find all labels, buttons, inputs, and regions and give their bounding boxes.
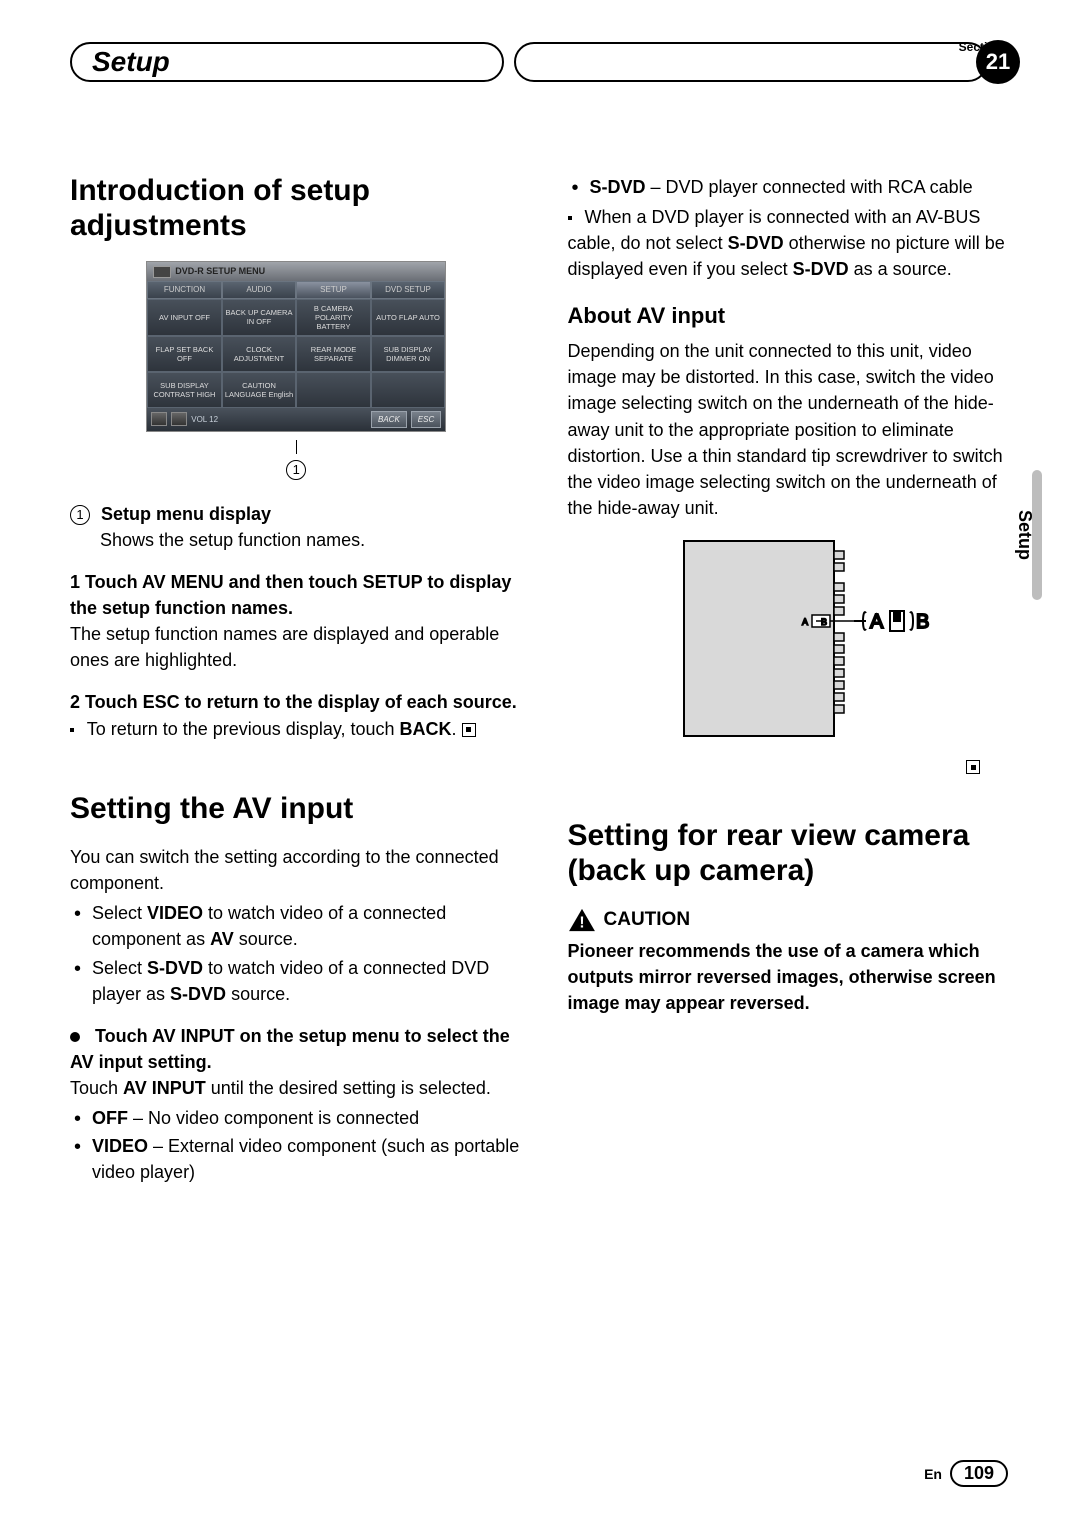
- svg-text:B: B: [916, 611, 929, 633]
- callout-1-icon: 1: [286, 460, 306, 480]
- sdvd-note: When a DVD player is connected with an A…: [568, 204, 1021, 282]
- screenshot-esc-button: ESC: [411, 411, 441, 429]
- svg-text:!: !: [579, 914, 584, 931]
- screenshot-cell: BACK UP CAMERA IN OFF: [222, 299, 297, 336]
- section-end-icon: [966, 760, 980, 774]
- screenshot-tab: DVD SETUP: [371, 281, 446, 299]
- note-bullet-icon: [70, 728, 74, 732]
- page-number: 109: [950, 1460, 1008, 1487]
- setup-menu-display-desc: Shows the setup function names.: [100, 527, 365, 553]
- caution-row: ! CAUTION: [568, 906, 1021, 934]
- screenshot-cell: AUTO FLAP AUTO: [371, 299, 446, 336]
- caution-body: Pioneer recommends the use of a camera w…: [568, 938, 1021, 1016]
- screenshot-cell: CAUTION LANGUAGE English: [222, 372, 297, 408]
- heading-about-av: About AV input: [568, 300, 1021, 332]
- step-1-heading: 1 Touch AV MENU and then touch SETUP to …: [70, 569, 523, 621]
- figure-callout: 1: [70, 440, 523, 481]
- page-footer: En 109: [924, 1460, 1008, 1487]
- screenshot-cell: [296, 372, 371, 408]
- screenshot-cell: [371, 372, 446, 408]
- screenshot-cell: AV INPUT OFF: [147, 299, 222, 336]
- heading-rear-camera: Setting for rear view camera (back up ca…: [568, 819, 1021, 888]
- screenshot-cell: B CAMERA POLARITY BATTERY: [296, 299, 371, 336]
- screenshot-tab: SETUP: [296, 281, 371, 299]
- header-title: Setup: [92, 46, 170, 78]
- step-2-heading: 2 Touch ESC to return to the display of …: [70, 689, 523, 715]
- screenshot-tab: FUNCTION: [147, 281, 222, 299]
- about-av-body: Depending on the unit connected to this …: [568, 338, 1021, 521]
- footer-lang: En: [924, 1466, 942, 1482]
- caution-label: CAUTION: [604, 906, 691, 934]
- left-column: Introduction of setup adjustments DVD-R …: [70, 174, 523, 1201]
- setup-menu-display-label: Setup menu display: [101, 504, 271, 524]
- screenshot-back-button: BACK: [371, 411, 407, 429]
- section-end-icon: [462, 723, 476, 737]
- touch-av-input-body: Touch AV INPUT until the desired setting…: [70, 1075, 523, 1101]
- header-right-pill: [514, 42, 988, 82]
- av-input-intro: You can switch the setting according to …: [70, 844, 523, 896]
- step-2-note-back: BACK: [400, 719, 452, 739]
- option-video: VIDEO – External video component (such a…: [92, 1133, 523, 1185]
- hideaway-diagram: A B A B: [644, 533, 944, 743]
- screenshot-tab: AUDIO: [222, 281, 297, 299]
- up-arrow-icon: [171, 412, 187, 426]
- step-2-note: To return to the previous display, touch…: [70, 716, 523, 742]
- screenshot-cell: FLAP SET BACK OFF: [147, 336, 222, 372]
- page-header: Setup 21: [70, 40, 1020, 84]
- screenshot-cell: CLOCK ADJUSTMENT: [222, 336, 297, 372]
- av-bullet-sdvd: Select S-DVD to watch video of a connect…: [92, 955, 523, 1007]
- svg-text:B: B: [821, 617, 827, 627]
- screenshot-volume: VOL 12: [191, 414, 218, 426]
- screenshot-cell: SUB DISPLAY CONTRAST HIGH: [147, 372, 222, 408]
- heading-intro: Introduction of setup adjustments: [70, 174, 523, 243]
- section-number-badge: 21: [976, 40, 1020, 84]
- warning-icon: !: [568, 908, 596, 932]
- screenshot-cell: SUB DISPLAY DIMMER ON: [371, 336, 446, 372]
- svg-text:A: A: [870, 611, 884, 633]
- heading-av-input: Setting the AV input: [70, 792, 523, 827]
- option-sdvd: S-DVD – DVD player connected with RCA ca…: [590, 174, 1021, 200]
- dvd-icon: [153, 266, 171, 278]
- callout-1-icon: 1: [70, 505, 90, 525]
- step-1-body: The setup function names are displayed a…: [70, 621, 523, 673]
- option-off: OFF – No video component is connected: [92, 1105, 523, 1131]
- down-arrow-icon: [151, 412, 167, 426]
- screenshot-title: DVD-R SETUP MENU: [175, 265, 265, 278]
- note-bullet-icon: [568, 216, 572, 220]
- touch-av-input-heading: Touch AV INPUT on the setup menu to sele…: [70, 1023, 523, 1075]
- filled-bullet-icon: [70, 1032, 80, 1042]
- svg-text:A: A: [802, 617, 808, 627]
- setup-menu-screenshot: DVD-R SETUP MENU FUNCTION AUDIO SETUP DV…: [146, 261, 446, 432]
- side-tab: Setup: [1014, 510, 1036, 710]
- av-bullet-video: Select VIDEO to watch video of a connect…: [92, 900, 523, 952]
- right-column: S-DVD – DVD player connected with RCA ca…: [568, 174, 1021, 1201]
- header-left-pill: Setup: [70, 42, 504, 82]
- screenshot-cell: REAR MODE SEPARATE: [296, 336, 371, 372]
- step-2-note-a: To return to the previous display, touch: [87, 719, 395, 739]
